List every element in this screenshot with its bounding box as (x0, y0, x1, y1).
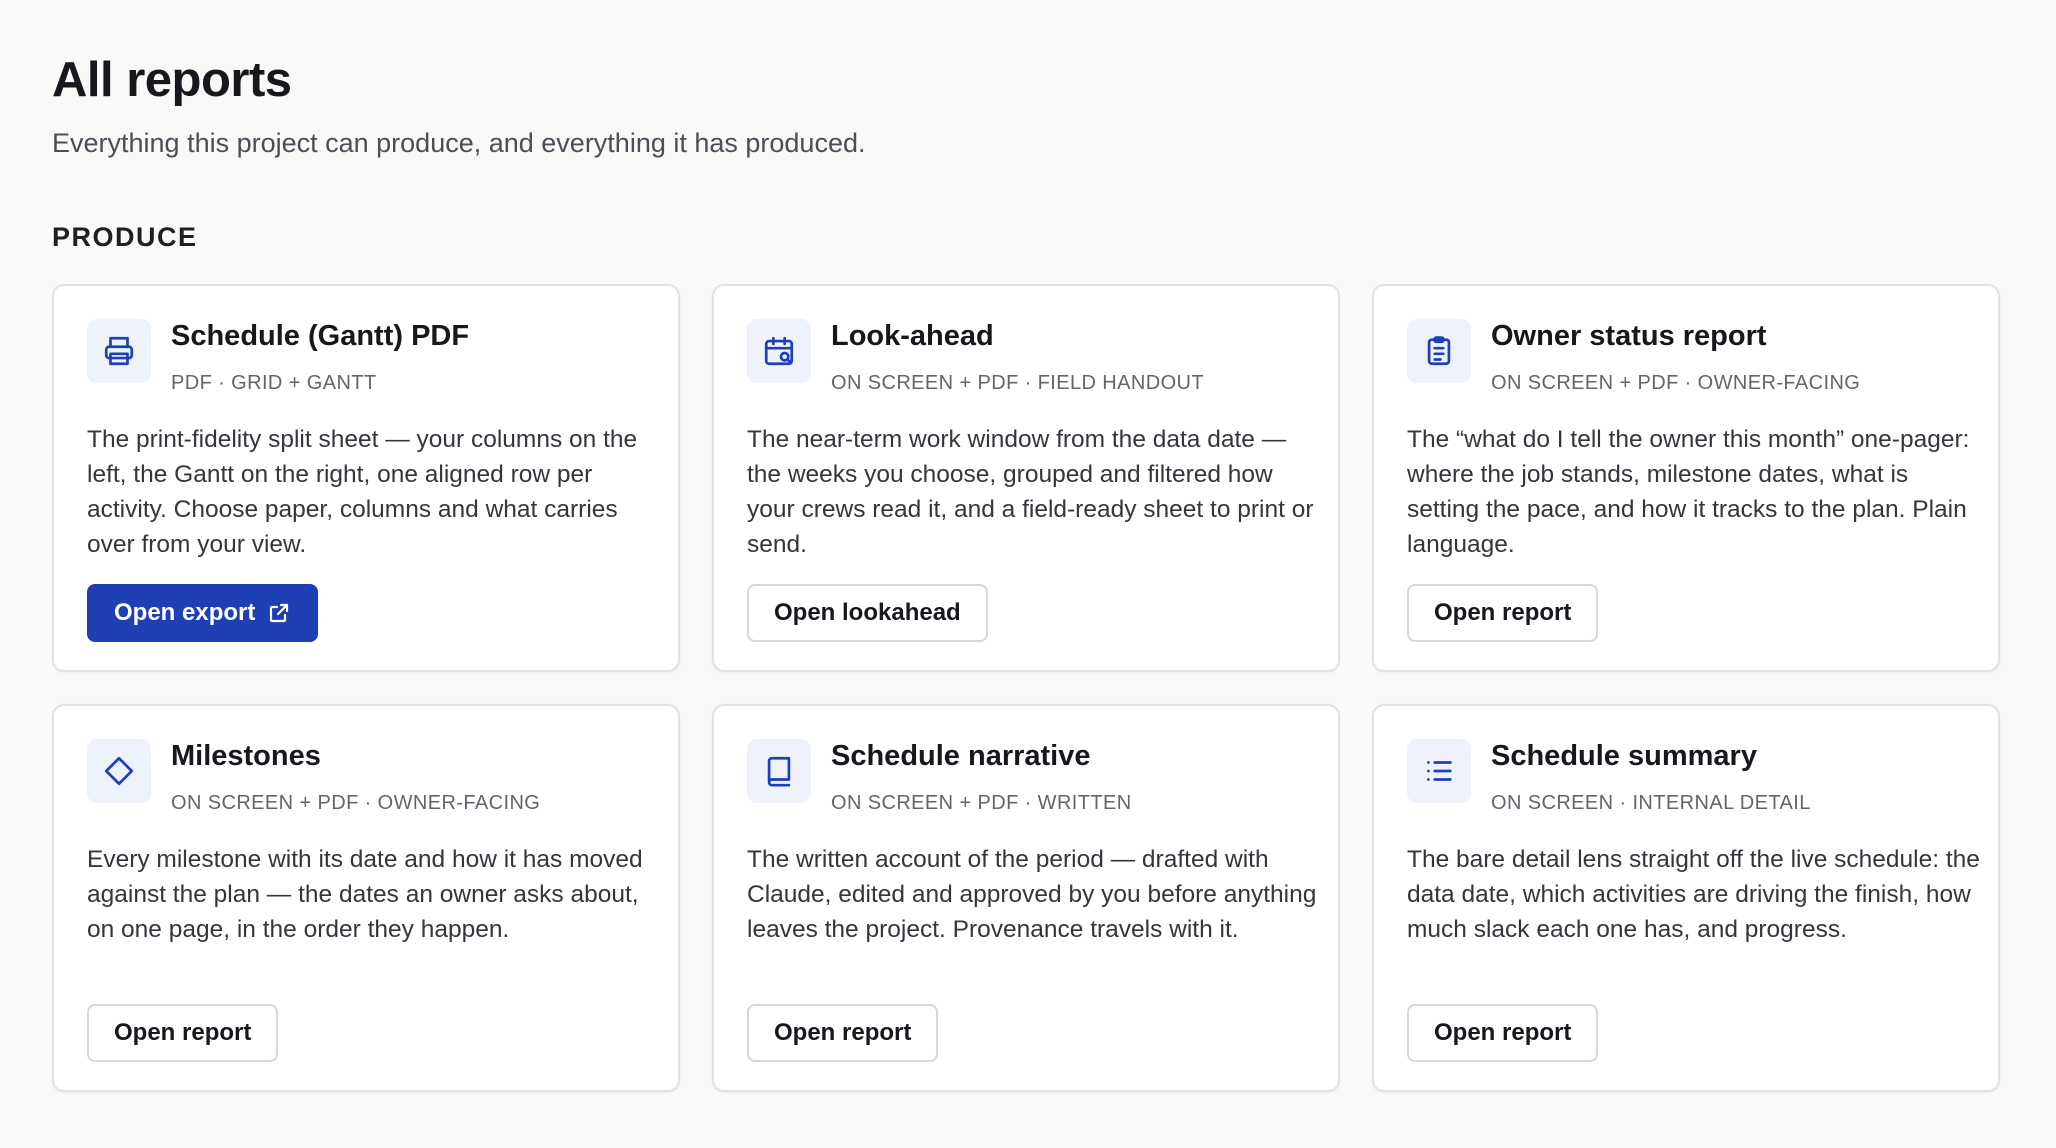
page-subtitle: Everything this project can produce, and… (52, 128, 866, 158)
clipboard-list-icon (1407, 319, 1471, 383)
card-meta: ON SCREEN + PDF · OWNER-FACING (1491, 372, 1861, 394)
section-heading-produce: PRODUCE (52, 222, 198, 252)
card-title: Schedule narrative (831, 740, 1091, 772)
report-card-gantt-pdf: Schedule (Gantt) PDF PDF · GRID + GANTT … (52, 284, 680, 672)
button-label: Open report (114, 1019, 252, 1046)
open-export-button[interactable]: Open export (87, 584, 319, 642)
button-label: Open report (774, 1019, 912, 1046)
report-card-milestones: Milestones ON SCREEN + PDF · OWNER-FACIN… (52, 704, 680, 1092)
list-icon (1407, 739, 1471, 803)
button-label: Open report (1434, 1019, 1572, 1046)
card-description: The print-fidelity split sheet — your co… (87, 426, 638, 558)
report-card-schedule-narrative: Schedule narrative ON SCREEN + PDF · WRI… (712, 704, 1340, 1092)
book-icon (747, 739, 811, 803)
card-meta: ON SCREEN + PDF · FIELD HANDOUT (831, 372, 1204, 394)
printer-icon (87, 319, 151, 383)
card-title: Owner status report (1491, 320, 1767, 352)
calendar-search-icon (747, 319, 811, 383)
external-link-icon (270, 603, 289, 623)
open-report-button[interactable]: Open report (1407, 1004, 1599, 1062)
card-description: The written account of the period — draf… (747, 846, 1317, 943)
open-report-button[interactable]: Open report (1407, 584, 1599, 642)
diamond-icon (87, 739, 151, 803)
card-meta: ON SCREEN + PDF · OWNER-FACING (171, 792, 541, 814)
card-description: Every milestone with its date and how it… (87, 846, 643, 943)
page-title: All reports (52, 53, 292, 107)
card-meta: ON SCREEN + PDF · WRITTEN (831, 792, 1132, 814)
card-description: The near-term work window from the data … (747, 426, 1314, 558)
open-report-button[interactable]: Open report (87, 1004, 279, 1062)
open-report-button[interactable]: Open report (747, 1004, 939, 1062)
report-card-owner-status: Owner status report ON SCREEN + PDF · OW… (1372, 284, 2000, 672)
open-lookahead-button[interactable]: Open lookahead (747, 584, 988, 642)
card-meta: PDF · GRID + GANTT (171, 372, 377, 394)
card-description: The bare detail lens straight off the li… (1407, 846, 1980, 943)
card-title: Schedule (Gantt) PDF (171, 320, 470, 352)
button-label: Open report (1434, 599, 1572, 626)
card-description: The “what do I tell the owner this month… (1407, 426, 1970, 558)
card-title: Schedule summary (1491, 740, 1757, 772)
card-title: Look-ahead (831, 320, 994, 352)
report-card-look-ahead: Look-ahead ON SCREEN + PDF · FIELD HANDO… (712, 284, 1340, 672)
button-label: Open lookahead (774, 599, 961, 626)
card-title: Milestones (171, 740, 321, 772)
button-label: Open export (114, 599, 256, 626)
card-meta: ON SCREEN · INTERNAL DETAIL (1491, 792, 1811, 814)
report-card-schedule-summary: Schedule summary ON SCREEN · INTERNAL DE… (1372, 704, 2000, 1092)
